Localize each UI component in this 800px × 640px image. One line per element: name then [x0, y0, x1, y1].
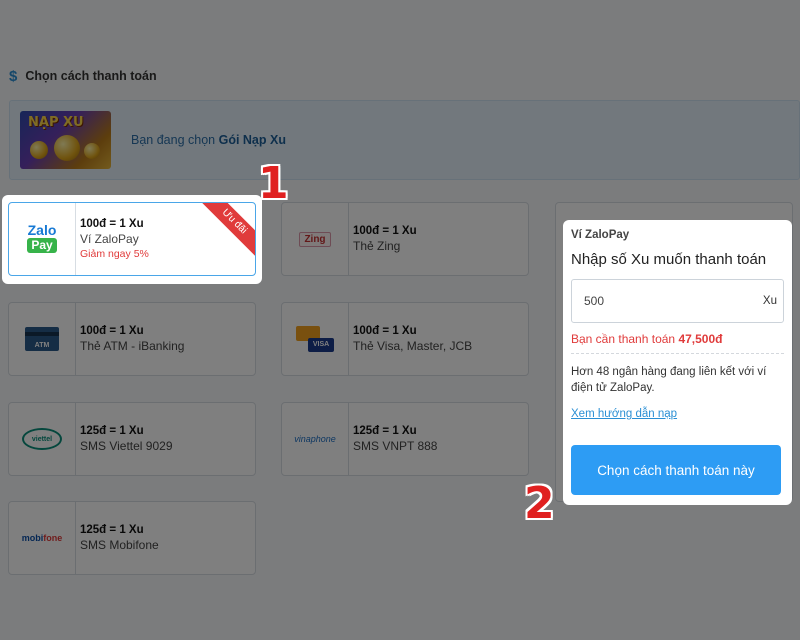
amount-unit: Xu [762, 295, 777, 307]
xu-amount-input[interactable] [584, 294, 763, 308]
method-rate: 100đ = 1 Xu [80, 218, 144, 230]
bank-info: Hơn 48 ngân hàng đang liên kết với ví đi… [571, 366, 767, 394]
step-marker-2: 2 [524, 478, 555, 529]
panel-provider: Ví ZaloPay [571, 229, 630, 241]
method-card-zalopay[interactable]: Zalo Pay 100đ = 1 Xu Ví ZaloPay Giảm nga… [8, 202, 256, 276]
panel-heading: Nhập số Xu muốn thanh toán [571, 251, 767, 268]
pay-amount-line: Bạn cần thanh toán 47,500đ [571, 332, 784, 354]
pay-amount-label: Bạn cần thanh toán [571, 332, 676, 346]
promo-ribbon: Ưu đãi [198, 203, 255, 258]
guide-link[interactable]: Xem hướng dẫn nạp [571, 408, 677, 420]
payment-panel: Ví ZaloPay Nhập số Xu muốn thanh toán Xu… [563, 220, 792, 505]
pay-amount-value: 47,500đ [678, 332, 723, 346]
choose-payment-button[interactable]: Chọn cách thanh toán này [571, 445, 781, 495]
zalopay-logo: Zalo Pay [27, 222, 57, 253]
method-name: Ví ZaloPay [80, 232, 139, 246]
amount-box: Xu [571, 279, 784, 323]
step-marker-1: 1 [258, 158, 289, 209]
discount-text: Giảm ngay 5% [80, 248, 149, 260]
payment-page: $ Chọn cách thanh toán NẠP XU Bạn đang c… [0, 0, 800, 640]
